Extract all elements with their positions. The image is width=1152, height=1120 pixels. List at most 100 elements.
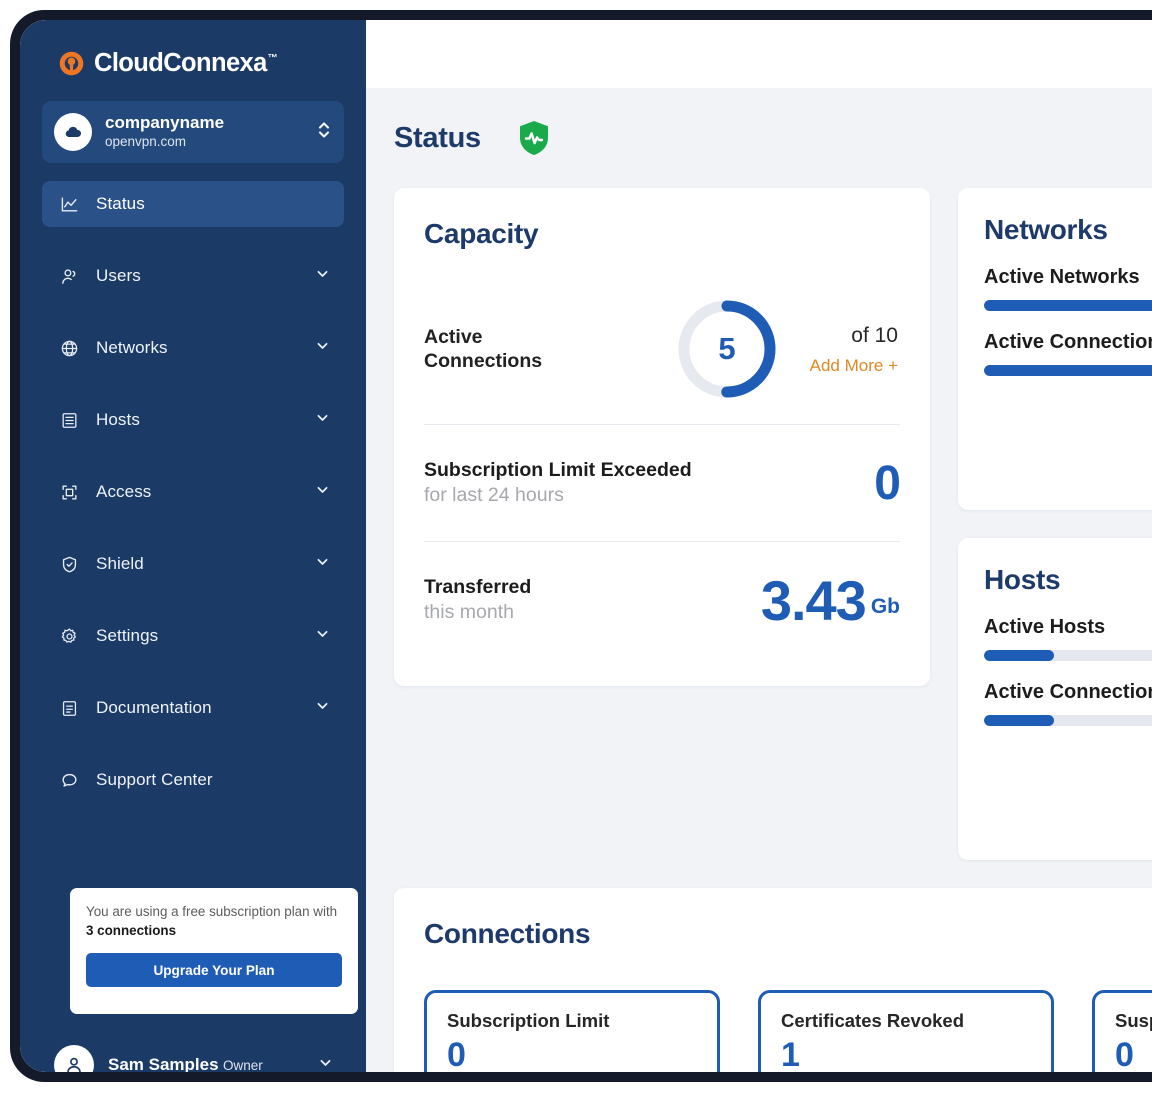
main-area: Status Capacity Active Connections 5 of … (366, 20, 1152, 1072)
sidebar-item-support-center[interactable]: Support Center (42, 757, 344, 803)
connections-card: Connections Subscription Limit 0 Certifi… (394, 888, 1152, 1072)
chevron-up-down-icon[interactable] (317, 118, 331, 147)
subscription-limit-exceeded-row: Subscription Limit Exceeded for last 24 … (424, 425, 901, 541)
chevron-down-icon[interactable] (316, 627, 329, 645)
connections-box-value: 0 (447, 1036, 466, 1072)
active-connections-value: 5 (718, 331, 736, 366)
gear-icon (59, 626, 79, 646)
sidebar-item-label: Settings (96, 626, 159, 645)
hosts-active-connections-bar-fill (984, 715, 1055, 726)
chevron-down-icon[interactable] (316, 411, 329, 429)
transferred-value-group: 3.43 Gb (761, 568, 900, 633)
chevron-down-icon[interactable] (316, 555, 329, 573)
top-bar (366, 20, 1152, 88)
active-hosts-bar (984, 650, 1152, 661)
subscription-limit-exceeded-subtitle: for last 24 hours (424, 484, 564, 506)
brand-logo[interactable]: CloudConnexa™ (20, 20, 366, 77)
sidebar-item-shield[interactable]: Shield (42, 541, 344, 587)
subscription-text-plain: You are using a free subscription plan w… (86, 904, 338, 919)
capacity-of-label: of 10 (851, 323, 898, 347)
page-header: Status (394, 116, 1152, 160)
device-screen: CloudConnexa™ companyname openvpn.com St… (20, 20, 1152, 1072)
chevron-down-icon[interactable] (316, 267, 329, 285)
connections-box-label: Subscription Limit (447, 1010, 610, 1031)
user-icon (59, 266, 79, 286)
sidebar-item-label: Networks (96, 338, 168, 357)
dashboard-cards-row: Capacity Active Connections 5 of 10 Add … (394, 188, 1152, 860)
sidebar-item-networks[interactable]: Networks (42, 325, 344, 371)
hosts-active-connections-bar (984, 715, 1152, 726)
connections-box-certificates-revoked[interactable]: Certificates Revoked 1 (758, 990, 1054, 1072)
connections-box-value: 1 (781, 1036, 800, 1072)
active-connections-label-line1: Active (424, 325, 483, 348)
transferred-subtitle: this month (424, 601, 514, 623)
connections-box-suspended[interactable]: Suspended 0 (1092, 990, 1152, 1072)
sidebar-item-hosts[interactable]: Hosts (42, 397, 344, 443)
org-name: companyname (105, 112, 225, 132)
capacity-limit-info: of 10 Add More + (780, 322, 900, 376)
globe-icon (59, 338, 79, 358)
sidebar-item-label: Support Center (96, 770, 213, 789)
upgrade-plan-button[interactable]: Upgrade Your Plan (86, 953, 342, 988)
transferred-title: Transferred (424, 575, 532, 598)
active-networks-label: Active Networks (984, 266, 1140, 288)
active-connections-label: Active Connections (424, 325, 674, 374)
page-title: Status (394, 121, 481, 154)
sidebar-item-label: Access (96, 482, 152, 501)
hosts-active-connections-label: Active Connections (984, 681, 1152, 703)
openvpn-logo-icon (58, 50, 85, 77)
subscription-limit-exceeded-title: Subscription Limit Exceeded (424, 458, 692, 481)
sidebar-item-label: Shield (96, 554, 144, 573)
document-icon (59, 698, 79, 718)
connections-box-subscription-limit[interactable]: Subscription Limit 0 (424, 990, 720, 1072)
active-connections-label-line2: Connections (424, 350, 543, 372)
subscription-card: You are using a free subscription plan w… (70, 888, 358, 1014)
user-role: Owner (223, 1057, 263, 1072)
capacity-title: Capacity (424, 218, 539, 249)
active-hosts-bar-fill (984, 650, 1055, 661)
brand-name: CloudConnexa™ (94, 48, 278, 77)
add-more-link[interactable]: Add More + (810, 356, 898, 376)
transferred-unit: Gb (870, 595, 900, 619)
user-account-menu[interactable]: Sam Samples Owner (42, 1034, 344, 1072)
networks-active-connections-label: Active Connections (984, 331, 1152, 353)
sidebar-item-users[interactable]: Users (42, 253, 344, 299)
person-icon (54, 1045, 94, 1072)
sidebar-nav: Status Users Networks Hosts Access Shiel… (20, 181, 366, 803)
subscription-limit-exceeded-value: 0 (874, 456, 901, 510)
hosts-card: Hosts Active Hosts Active Connections (958, 538, 1152, 860)
sidebar-item-label: Hosts (96, 410, 140, 429)
active-connections-gauge-row: Active Connections 5 of 10 Add More + (424, 274, 900, 424)
active-networks-bar-fill (984, 300, 1152, 311)
chevron-down-icon[interactable] (319, 1056, 332, 1072)
connections-box-label: Suspended (1115, 1010, 1152, 1031)
org-domain: openvpn.com (105, 134, 187, 150)
sidebar-item-label: Users (96, 266, 141, 285)
sidebar-item-documentation[interactable]: Documentation (42, 685, 344, 731)
transferred-value: 3.43 (760, 568, 867, 632)
networks-active-connections-bar-fill (984, 365, 1152, 376)
selection-icon (59, 482, 79, 502)
chevron-down-icon[interactable] (316, 699, 329, 717)
chevron-down-icon[interactable] (316, 339, 329, 357)
trademark-symbol: ™ (267, 53, 278, 65)
connections-stat-boxes: Subscription Limit 0 Certificates Revoke… (424, 990, 1152, 1072)
sidebar-item-label: Status (96, 194, 145, 213)
sidebar-item-access[interactable]: Access (42, 469, 344, 515)
active-networks-bar (984, 300, 1152, 311)
chart-line-icon (59, 194, 79, 214)
sidebar: CloudConnexa™ companyname openvpn.com St… (20, 20, 366, 1072)
device-bezel: CloudConnexa™ companyname openvpn.com St… (10, 10, 1152, 1082)
sidebar-item-settings[interactable]: Settings (42, 613, 344, 659)
sidebar-item-status[interactable]: Status (42, 181, 344, 227)
server-icon (59, 410, 79, 430)
networks-active-connections-bar (984, 365, 1152, 376)
capacity-card: Capacity Active Connections 5 of 10 Add … (394, 188, 930, 686)
user-name: Sam Samples (108, 1054, 219, 1072)
connections-box-value: 0 (1115, 1036, 1134, 1072)
page-content: Status Capacity Active Connections 5 of … (366, 88, 1152, 1072)
networks-card: Networks Active Networks Active Connecti… (958, 188, 1152, 510)
chevron-down-icon[interactable] (316, 483, 329, 501)
org-switcher[interactable]: companyname openvpn.com (42, 101, 344, 163)
cloud-icon (54, 113, 92, 151)
